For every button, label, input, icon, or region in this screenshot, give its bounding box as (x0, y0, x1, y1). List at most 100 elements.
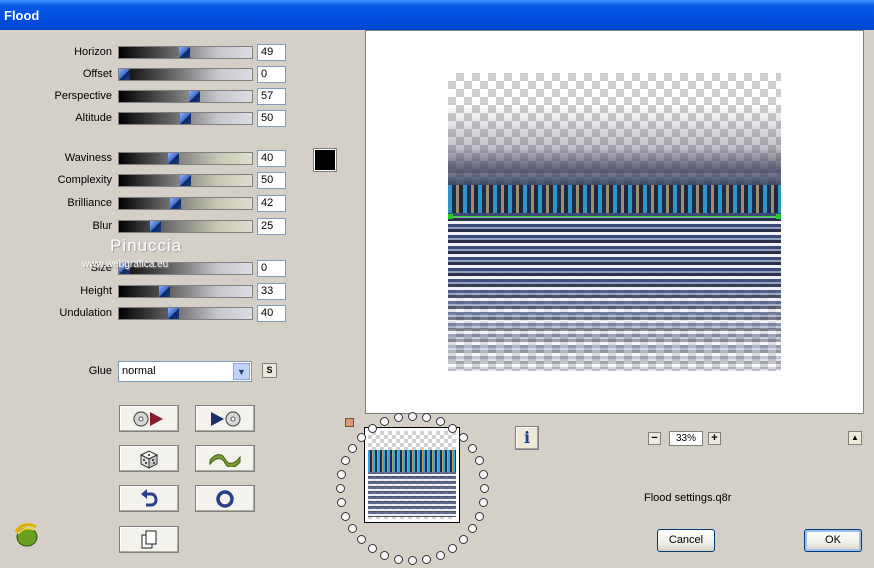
slider-label: Complexity (57, 174, 112, 186)
dial-dot[interactable] (348, 524, 358, 533)
slider-value-input[interactable]: 50 (257, 172, 286, 189)
glue-label: Glue (88, 365, 112, 377)
navigator-thumbnail[interactable] (364, 427, 460, 523)
dice-icon (139, 449, 159, 469)
slider-value-input[interactable]: 49 (257, 44, 286, 61)
color-swatch[interactable] (313, 148, 337, 172)
dial-dot[interactable] (467, 443, 477, 453)
slider-label: Waviness (64, 152, 112, 164)
dial-dot[interactable] (422, 413, 432, 423)
slider-thumb[interactable] (170, 198, 181, 209)
slider-thumb[interactable] (168, 153, 179, 164)
slider-value-input[interactable]: 50 (257, 110, 286, 127)
horizon-handle-right[interactable] (776, 214, 781, 219)
dial-dot[interactable] (408, 412, 417, 421)
ok-button[interactable]: OK (804, 529, 862, 552)
dial-dot[interactable] (474, 456, 484, 466)
settings-filename: Flood settings.q8r (644, 492, 732, 504)
slider-thumb[interactable] (179, 47, 190, 58)
dial-dot[interactable] (367, 543, 377, 553)
zoom-in-button[interactable]: + (708, 432, 721, 445)
slider-value-input[interactable]: 33 (257, 283, 286, 300)
dial-dot[interactable] (467, 524, 477, 533)
window-titlebar[interactable]: Flood (0, 0, 874, 30)
slider-track[interactable] (118, 112, 253, 125)
slider-label: Perspective (54, 90, 112, 102)
watermark-name: Pinuccia (110, 236, 183, 255)
slider-track[interactable] (118, 220, 253, 233)
info-button[interactable]: i (515, 426, 539, 450)
dial-dot[interactable] (474, 511, 484, 521)
slider-track[interactable] (118, 197, 253, 210)
dial-dot[interactable] (408, 556, 417, 565)
dial-dot[interactable] (478, 498, 488, 508)
slider-thumb[interactable] (180, 175, 191, 186)
slider-thumb[interactable] (119, 69, 130, 80)
reset-button[interactable] (195, 485, 255, 512)
window-title: Flood (4, 8, 40, 23)
dial-dot[interactable] (435, 550, 445, 560)
slider-track[interactable] (118, 90, 253, 103)
dial-dot[interactable] (348, 443, 358, 453)
dial-dot[interactable] (478, 469, 488, 479)
expand-up-button[interactable]: ▲ (848, 431, 862, 445)
dial-dot[interactable] (393, 413, 403, 423)
thumbnail-city (368, 450, 456, 472)
slider-label: Blur (92, 220, 112, 232)
dial-dot[interactable] (341, 456, 351, 466)
dial-dot[interactable] (357, 534, 367, 544)
forward-icon (211, 410, 241, 427)
slider-label: Altitude (75, 112, 112, 124)
wave-button[interactable] (195, 445, 255, 472)
slider-value-input[interactable]: 42 (257, 195, 286, 212)
dial-dot[interactable] (480, 484, 489, 493)
copy-button[interactable] (119, 526, 179, 553)
undo-button[interactable] (119, 485, 179, 512)
slider-track[interactable] (118, 46, 253, 59)
cancel-button[interactable]: Cancel (657, 529, 715, 552)
slider-track[interactable] (118, 174, 253, 187)
slider-thumb[interactable] (180, 113, 191, 124)
slider-track[interactable] (118, 285, 253, 298)
slider-track[interactable] (118, 307, 253, 320)
dial-dot[interactable] (380, 550, 390, 560)
thumbnail-water (368, 472, 456, 517)
slider-value-input[interactable]: 0 (257, 66, 286, 83)
horizon-line[interactable] (448, 216, 781, 217)
dial-dot[interactable] (435, 417, 445, 427)
slider-track[interactable] (118, 68, 253, 81)
slider-value-input[interactable]: 40 (257, 305, 286, 322)
glue-s-button[interactable]: S (262, 363, 277, 378)
random-button[interactable] (119, 445, 179, 472)
slider-thumb[interactable] (168, 308, 179, 319)
dial-dot[interactable] (337, 469, 347, 479)
dial-dot[interactable] (337, 498, 347, 508)
next-preset-button[interactable] (195, 405, 255, 432)
dial-dot[interactable] (380, 417, 390, 427)
dial-dot[interactable] (448, 543, 457, 553)
glue-select[interactable]: normal ▼ (118, 361, 252, 382)
plugin-logo-icon (14, 523, 38, 547)
chevron-down-icon[interactable]: ▼ (233, 363, 250, 380)
slider-thumb[interactable] (159, 286, 170, 297)
horizon-handle-left[interactable] (448, 214, 453, 219)
slider-track[interactable] (118, 152, 253, 165)
prev-preset-button[interactable] (119, 405, 179, 432)
zoom-out-button[interactable]: − (648, 432, 661, 445)
dial-dot[interactable] (393, 554, 403, 564)
copy-icon (141, 530, 157, 548)
dial-dot[interactable] (458, 433, 468, 443)
slider-value-input[interactable]: 57 (257, 88, 286, 105)
rewind-icon (133, 410, 163, 427)
main-preview[interactable] (365, 30, 864, 414)
dial-dot[interactable] (341, 511, 351, 521)
slider-value-input[interactable]: 40 (257, 150, 286, 167)
dial-marker[interactable] (345, 418, 354, 427)
dial-dot[interactable] (458, 534, 468, 544)
dial-dot[interactable] (422, 554, 432, 564)
slider-thumb[interactable] (150, 221, 161, 232)
dial-dot[interactable] (336, 484, 345, 493)
slider-value-input[interactable]: 0 (257, 260, 286, 277)
slider-thumb[interactable] (189, 91, 200, 102)
slider-value-input[interactable]: 25 (257, 218, 286, 235)
